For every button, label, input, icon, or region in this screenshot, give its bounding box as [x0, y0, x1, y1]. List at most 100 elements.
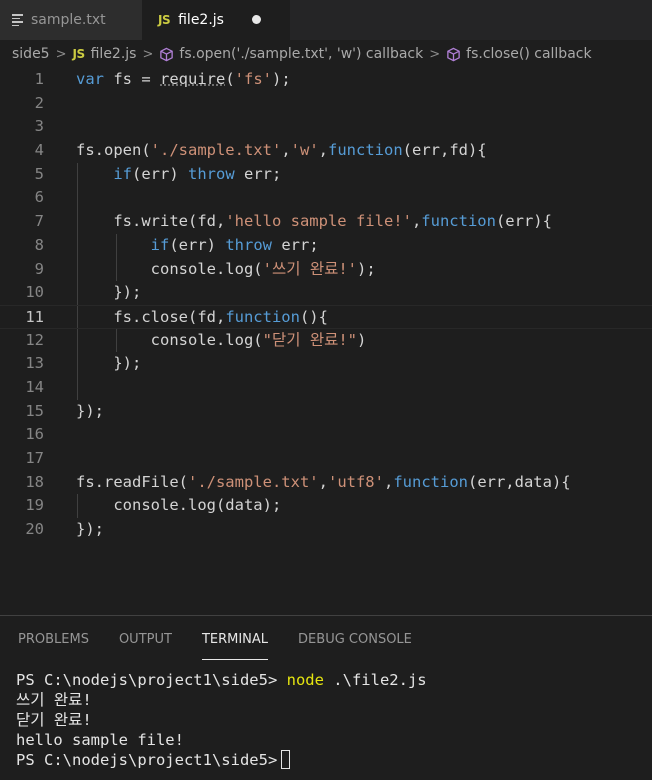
chevron-right-icon: > — [55, 46, 67, 62]
code-text: fs.readFile('./sample.txt','utf8',functi… — [76, 471, 571, 495]
code-text: console.log("닫기 완료!") — [76, 329, 367, 353]
code-token: }); — [76, 401, 104, 420]
tab-terminal[interactable]: TERMINAL — [201, 616, 269, 662]
code-line[interactable]: 6 — [0, 186, 652, 211]
code-text: }); — [76, 518, 104, 542]
code-token: console.log( — [76, 330, 263, 349]
code-line[interactable]: 11 fs.close(fd,function(){ — [0, 304, 652, 329]
terminal[interactable]: PS C:\nodejs\project1\side5> node .\file… — [0, 662, 652, 770]
tab-problems[interactable]: PROBLEMS — [18, 616, 89, 662]
code-token: 'fs' — [234, 70, 272, 88]
line-number: 8 — [34, 235, 44, 254]
code-token: ) — [357, 330, 367, 349]
code-text: }); — [76, 352, 141, 376]
code-token: }); — [76, 520, 104, 539]
code-token: fs = — [104, 70, 160, 88]
tab-file2-js[interactable]: JS file2.js — [142, 0, 290, 40]
breadcrumb-symbol-open-callback[interactable]: fs.open('./sample.txt', 'w') callback — [159, 46, 423, 62]
code-line[interactable]: 4 fs.open('./sample.txt','w',function(err… — [0, 139, 652, 163]
js-file-icon: JS — [158, 13, 171, 27]
code-token: "닫기 완료!" — [262, 330, 358, 349]
code-line[interactable]: 13 }); — [0, 352, 652, 376]
line-number: 5 — [34, 164, 44, 183]
code-token: function — [393, 472, 468, 491]
terminal-output-line: 닫기 완료! — [16, 711, 92, 729]
code-token: ( — [225, 70, 235, 88]
tab-sample-txt[interactable]: sample.txt — [0, 0, 142, 40]
code-line[interactable]: 15}); — [0, 400, 652, 424]
breadcrumb-folder[interactable]: side5 — [12, 46, 50, 62]
chevron-right-icon: > — [429, 46, 441, 62]
code-line[interactable]: 2 — [0, 92, 652, 116]
code-token: 'utf8' — [327, 472, 384, 491]
terminal-command: node — [286, 671, 324, 689]
panel-tab-bar: PROBLEMS OUTPUT TERMINAL DEBUG CONSOLE — [0, 616, 652, 662]
code-token: fs.close(fd, — [76, 307, 226, 326]
terminal-output-line: hello sample file! — [16, 731, 184, 749]
code-line[interactable]: 7 fs.write(fd,'hello sample file!',funct… — [0, 210, 652, 234]
code-token: (err) — [132, 164, 188, 183]
code-token: err; — [272, 235, 319, 254]
code-line[interactable]: 16 — [0, 423, 652, 447]
code-token: ); — [357, 259, 376, 278]
code-line[interactable]: 8 if(err) throw err; — [0, 233, 652, 258]
tab-debug-console[interactable]: DEBUG CONSOLE — [298, 616, 412, 662]
code-token: , — [411, 212, 422, 231]
code-line[interactable]: 17 — [0, 447, 652, 471]
terminal-output-line: 쓰기 완료! — [16, 691, 92, 709]
code-editor[interactable]: 1 var fs = require('fs'); 2 3 4 fs.open('./sa… — [0, 68, 652, 615]
line-number: 7 — [34, 212, 44, 231]
code-token: if — [150, 235, 170, 254]
code-line[interactable]: 10 }); — [0, 281, 652, 305]
line-number: 4 — [34, 141, 44, 160]
line-number: 11 — [25, 307, 44, 326]
code-text: if(err) throw err; — [76, 234, 319, 258]
code-token: throw — [225, 235, 272, 254]
bottom-panel: PROBLEMS OUTPUT TERMINAL DEBUG CONSOLE P… — [0, 615, 652, 780]
code-line[interactable]: 14 — [0, 375, 652, 400]
code-text: }); — [76, 400, 104, 424]
code-text: if(err) throw err; — [76, 163, 281, 187]
method-cube-icon — [160, 47, 174, 61]
code-token: (err){ — [495, 212, 552, 231]
terminal-prompt: PS C:\nodejs\project1\side5> — [16, 751, 278, 769]
code-token: }); — [76, 354, 142, 373]
code-text: }); — [76, 281, 141, 305]
breadcrumb-label: side5 — [12, 46, 50, 62]
code-line[interactable]: 12 console.log("닫기 완료!") — [0, 328, 652, 353]
code-line[interactable]: 1 var fs = require('fs'); — [0, 68, 652, 92]
unsaved-dot-icon[interactable] — [252, 15, 261, 24]
tab-output[interactable]: OUTPUT — [119, 616, 172, 662]
code-token: err; — [234, 164, 282, 183]
code-line[interactable]: 3 — [0, 115, 652, 139]
code-token: console.log(data); — [76, 496, 282, 515]
code-token: function — [328, 141, 403, 160]
tab-label: file2.js — [178, 12, 224, 28]
tab-label: sample.txt — [31, 12, 106, 28]
code-line[interactable]: 5 if(err) throw err; — [0, 162, 652, 187]
code-line[interactable]: 9 console.log('쓰기 완료!'); — [0, 257, 652, 282]
code-token: , — [281, 141, 291, 160]
code-token: (err,fd){ — [402, 141, 487, 160]
line-number: 16 — [25, 425, 44, 444]
code-line[interactable]: 20}); — [0, 518, 652, 542]
code-token: if — [113, 164, 132, 183]
code-token: console.log( — [76, 259, 263, 278]
code-token: '쓰기 완료!' — [262, 259, 358, 278]
indent-guide — [77, 186, 78, 211]
code-token: fs.open( — [76, 141, 151, 160]
terminal-prompt-line[interactable]: PS C:\nodejs\project1\side5> — [16, 750, 652, 770]
code-line[interactable]: 18 fs.readFile('./sample.txt','utf8',func… — [0, 471, 652, 495]
line-number: 12 — [25, 330, 44, 349]
code-text: console.log('쓰기 완료!'); — [76, 258, 376, 282]
code-line[interactable]: 19 console.log(data); — [0, 494, 652, 519]
js-file-icon: JS — [72, 47, 86, 61]
line-number: 15 — [25, 401, 44, 420]
code-token: var — [76, 70, 104, 88]
line-number: 18 — [25, 472, 44, 491]
terminal-cursor — [281, 750, 291, 769]
code-text: fs.open('./sample.txt','w',function(err,… — [76, 139, 487, 163]
code-text: var fs = require('fs'); — [76, 68, 291, 92]
breadcrumb-file[interactable]: JS file2.js — [73, 46, 137, 62]
breadcrumb-symbol-close-callback[interactable]: fs.close() callback — [446, 46, 592, 62]
